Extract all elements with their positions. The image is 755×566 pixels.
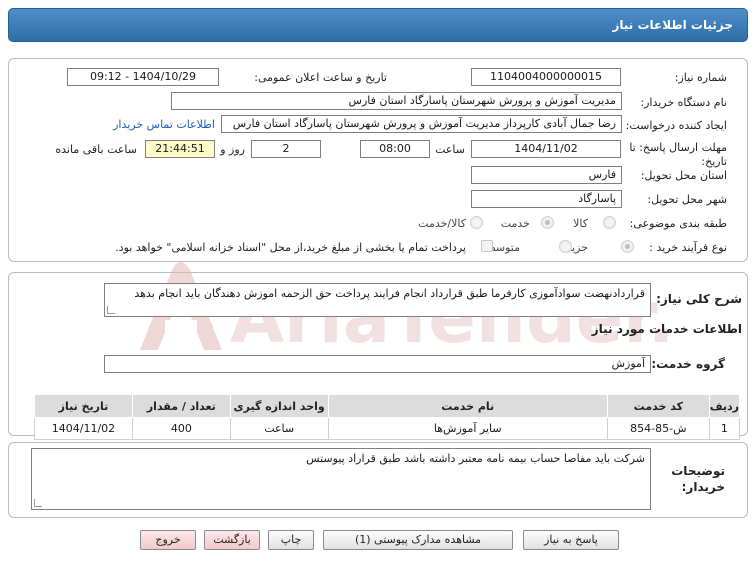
buyer-notes-text: شرکت باید مفاصا حساب بیمه نامه معتبر داش… xyxy=(306,452,645,465)
need-number-field: 1104004000000015 xyxy=(471,68,621,86)
treasury-payment-note: پرداخت تمام یا بخشی از مبلغ خرید،از محل … xyxy=(115,241,466,254)
col-qty-header: تعداد / مقدار xyxy=(131,394,231,418)
back-button[interactable]: بازگشت xyxy=(204,530,260,550)
service-group-label: گروه خدمت: xyxy=(651,357,725,371)
announce-datetime-field: 1404/10/29 - 09:12 xyxy=(67,68,219,86)
buyer-notes-textarea: شرکت باید مفاصا حساب بیمه نامه معتبر داش… xyxy=(31,448,651,510)
services-table: ردیف کد خدمت نام خدمت واحد اندازه گیری ت… xyxy=(34,394,741,440)
service-group-field: آموزش xyxy=(104,355,651,373)
process-radio-minor[interactable] xyxy=(621,240,634,253)
buyer-org-field: مدیریت آموزش و پرورش شهرستان پاسارگاد اس… xyxy=(171,92,622,110)
exit-button[interactable]: خروج xyxy=(140,530,196,550)
cell-name: سایر آموزش‌ها xyxy=(327,417,608,440)
cell-qty: 400 xyxy=(131,417,231,440)
category-radio-service[interactable] xyxy=(541,216,554,229)
col-row-header: ردیف xyxy=(708,394,741,418)
days-field: 2 xyxy=(251,140,321,158)
category-radio-both[interactable] xyxy=(470,216,483,229)
resize-grip-icon xyxy=(107,306,115,314)
province-field: فارس xyxy=(471,166,622,184)
process-label: نوع فرآیند خرید : xyxy=(649,241,727,254)
category-option-service: خدمت xyxy=(500,217,530,230)
city-field: پاسارگاد xyxy=(471,190,622,208)
deadline-date-field: 1404/11/02 xyxy=(471,140,621,158)
category-radio-goods[interactable] xyxy=(603,216,616,229)
cell-date: 1404/11/02 xyxy=(34,417,133,440)
requester-field: رضا جمال آبادی کارپرداز مدیریت آموزش و پ… xyxy=(221,115,622,133)
deadline-time-field: 08:00 xyxy=(360,140,430,158)
buyer-notes-label: توضیحات خریدار: xyxy=(671,464,725,494)
treasury-payment-checkbox[interactable] xyxy=(481,240,493,252)
category-option-goods: کالا xyxy=(573,217,588,230)
description-label: شرح کلی نیاز: xyxy=(656,292,742,306)
deadline-label: مهلت ارسال پاسخ: تا تاریخ: xyxy=(629,141,727,168)
resize-grip-icon xyxy=(34,499,42,507)
window-title: جزئیات اطلاعات نیاز xyxy=(612,18,733,32)
province-label: استان محل تحویل: xyxy=(640,169,727,182)
category-label: طبقه بندی موضوعی: xyxy=(629,217,727,230)
buyer-contact-link[interactable]: اطلاعات تماس خریدار xyxy=(113,118,215,131)
services-table-header: ردیف کد خدمت نام خدمت واحد اندازه گیری ت… xyxy=(34,394,741,418)
buyer-org-label: نام دستگاه خریدار: xyxy=(640,96,727,109)
category-option-both: کالا/خدمت xyxy=(418,217,466,230)
table-row: 1 ش-85-854 سایر آموزش‌ها ساعت 400 1404/1… xyxy=(34,417,741,440)
col-date-header: تاریخ نیاز xyxy=(34,394,133,418)
view-attachments-button[interactable]: مشاهده مدارک پیوستی (1) xyxy=(323,530,513,550)
description-textarea: قراردادنهضت سوادآموزی کارفرما طبق قراردا… xyxy=(104,283,651,317)
requester-label: ایجاد کننده درخواست: xyxy=(625,119,727,132)
description-text: قراردادنهضت سوادآموزی کارفرما طبق قراردا… xyxy=(134,287,645,300)
cell-row: 1 xyxy=(708,417,741,440)
cell-unit: ساعت xyxy=(229,417,329,440)
col-name-header: نام خدمت xyxy=(327,394,608,418)
print-button[interactable]: چاپ xyxy=(268,530,314,550)
col-code-header: کد خدمت xyxy=(606,394,710,418)
city-label: شهر محل تحویل: xyxy=(647,193,727,206)
col-unit-header: واحد اندازه گیری xyxy=(229,394,329,418)
deadline-time-label: ساعت xyxy=(435,143,465,156)
process-radio-medium[interactable] xyxy=(559,240,572,253)
window-title-bar: جزئیات اطلاعات نیاز xyxy=(8,8,748,42)
announce-label: تاریخ و ساعت اعلان عمومی: xyxy=(254,71,387,84)
remaining-time-field: 21:44:51 xyxy=(145,140,215,158)
cell-code: ش-85-854 xyxy=(606,417,710,440)
reply-to-need-button[interactable]: پاسخ به نیاز xyxy=(523,530,619,550)
services-section-title: اطلاعات خدمات مورد نیاز xyxy=(591,322,742,336)
remaining-label: ساعت باقی مانده xyxy=(55,143,137,156)
day-label: روز و xyxy=(220,143,245,156)
need-number-label: شماره نیاز: xyxy=(674,71,727,84)
